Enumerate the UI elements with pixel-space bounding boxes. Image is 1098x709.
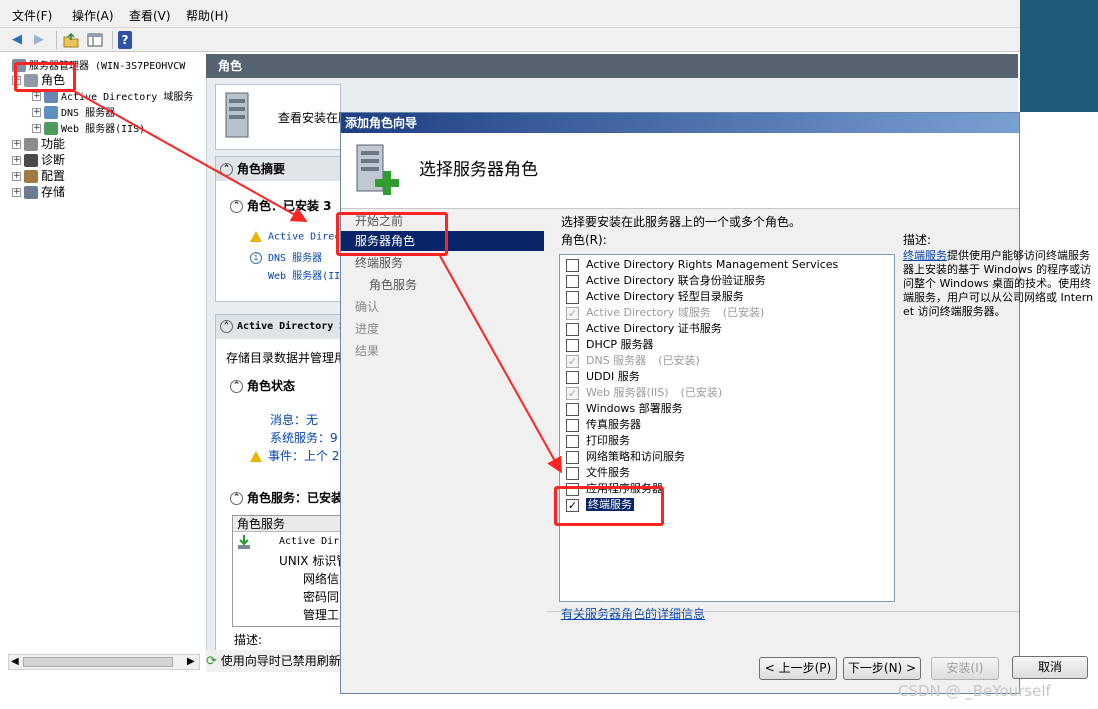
watermark: CSDN @ _BeYourself [898,682,1051,700]
annotation-arrow [439,255,562,474]
annotation-arrow [71,89,308,222]
annotation-arrows [71,89,562,474]
